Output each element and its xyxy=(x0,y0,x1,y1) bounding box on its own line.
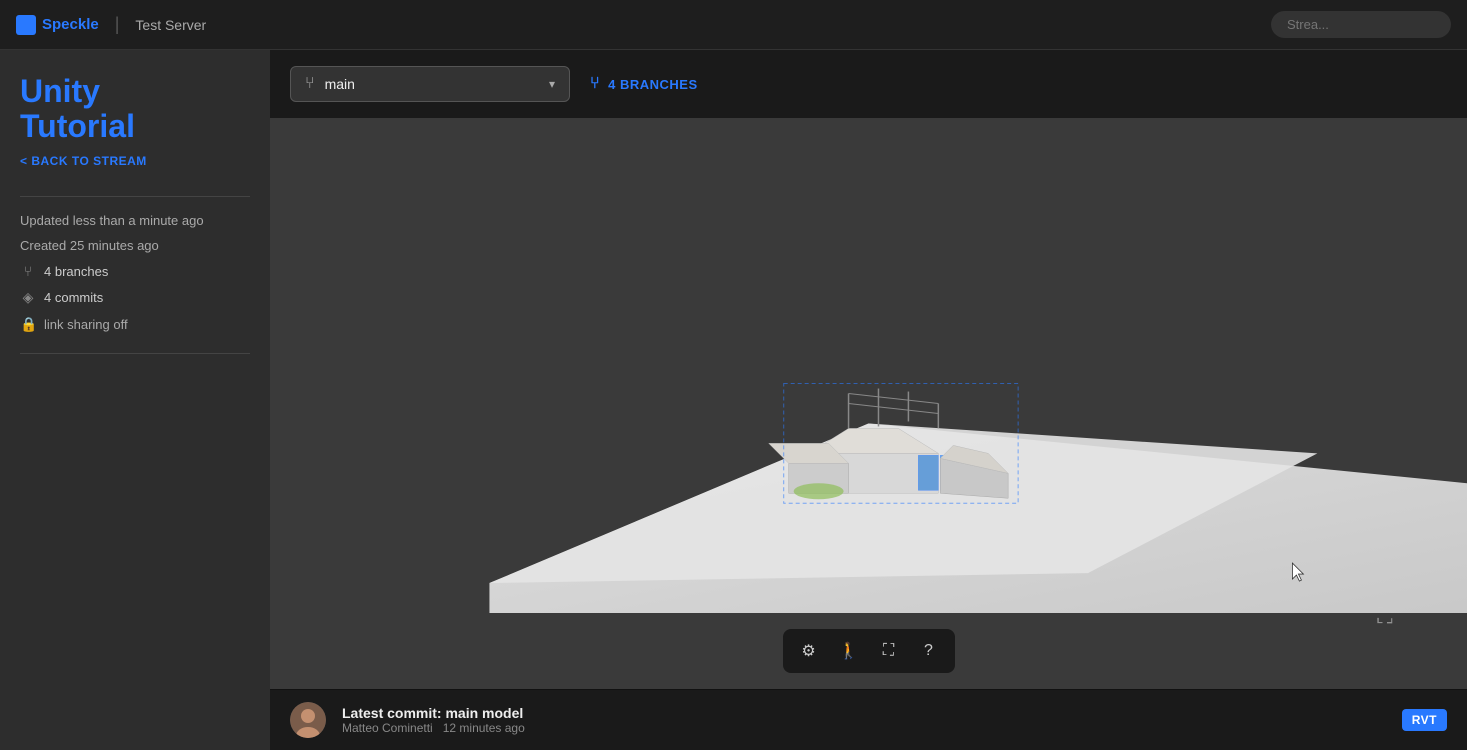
commit-time: 12 minutes ago xyxy=(443,721,525,735)
viewer-3d-scene: ⛶ xyxy=(270,118,1467,689)
commits-meta[interactable]: ◈ 4 commits xyxy=(20,289,250,306)
stream-title: UnityTutorial xyxy=(20,74,250,144)
sidebar: UnityTutorial < BACK TO STREAM Updated l… xyxy=(0,50,270,750)
commit-source-badge: RVT xyxy=(1402,709,1447,731)
branches-count-link[interactable]: ⑂ 4 BRANCHES xyxy=(590,75,698,93)
nav-separator: | xyxy=(115,14,120,35)
server-name: Test Server xyxy=(135,17,206,33)
fullscreen-tool-button[interactable]: ⛶ xyxy=(871,633,907,669)
help-tool-button[interactable]: ? xyxy=(911,633,947,669)
settings-tool-button[interactable]: ⚙ xyxy=(791,633,827,669)
back-to-stream-link[interactable]: < BACK TO STREAM xyxy=(20,154,250,168)
branch-bar: ⑂ main ▾ ⑂ 4 BRANCHES xyxy=(270,50,1467,118)
branches-count-icon: ⑂ xyxy=(590,75,600,93)
svg-text:⛶: ⛶ xyxy=(1377,603,1393,628)
sharing-meta[interactable]: 🔒 link sharing off xyxy=(20,316,250,333)
person-tool-button[interactable]: 🚶 xyxy=(831,633,867,669)
commit-title: Latest commit: main model xyxy=(342,705,1386,721)
commit-subtitle: Matteo Cominetti 12 minutes ago xyxy=(342,721,1386,735)
author-avatar xyxy=(290,702,326,738)
branch-icon: ⑂ xyxy=(20,263,36,279)
logo-icon xyxy=(16,15,36,35)
chevron-down-icon: ▾ xyxy=(549,77,555,91)
commit-author: Matteo Cominetti xyxy=(342,721,433,735)
lock-icon: 🔒 xyxy=(20,316,36,333)
sidebar-divider-bottom xyxy=(20,353,250,354)
selected-branch-label: main xyxy=(325,76,539,92)
viewer-toolbar: ⚙ 🚶 ⛶ ? xyxy=(783,629,955,673)
content-area: ⑂ main ▾ ⑂ 4 BRANCHES xyxy=(270,50,1467,750)
search-input[interactable] xyxy=(1271,11,1451,38)
commits-icon: ◈ xyxy=(20,289,36,306)
branches-meta[interactable]: ⑂ 4 branches xyxy=(20,263,250,279)
sidebar-divider-top xyxy=(20,196,250,197)
created-meta: Created 25 minutes ago xyxy=(20,238,250,253)
commit-info: Latest commit: main model Matteo Cominet… xyxy=(342,705,1386,735)
branches-count-label: 4 BRANCHES xyxy=(608,77,698,92)
stream-metadata: Updated less than a minute ago Created 2… xyxy=(20,213,250,333)
top-navigation: Speckle | Test Server xyxy=(0,0,1467,50)
main-layout: UnityTutorial < BACK TO STREAM Updated l… xyxy=(0,50,1467,750)
commit-bar: Latest commit: main model Matteo Cominet… xyxy=(270,689,1467,750)
logo-area[interactable]: Speckle xyxy=(16,15,99,35)
branch-selector[interactable]: ⑂ main ▾ xyxy=(290,66,570,102)
updated-meta: Updated less than a minute ago xyxy=(20,213,250,228)
branch-icon-select: ⑂ xyxy=(305,75,315,93)
brand-name: Speckle xyxy=(42,16,99,33)
viewer-area[interactable]: ⛶ ⚙ 🚶 ⛶ ? xyxy=(270,118,1467,689)
